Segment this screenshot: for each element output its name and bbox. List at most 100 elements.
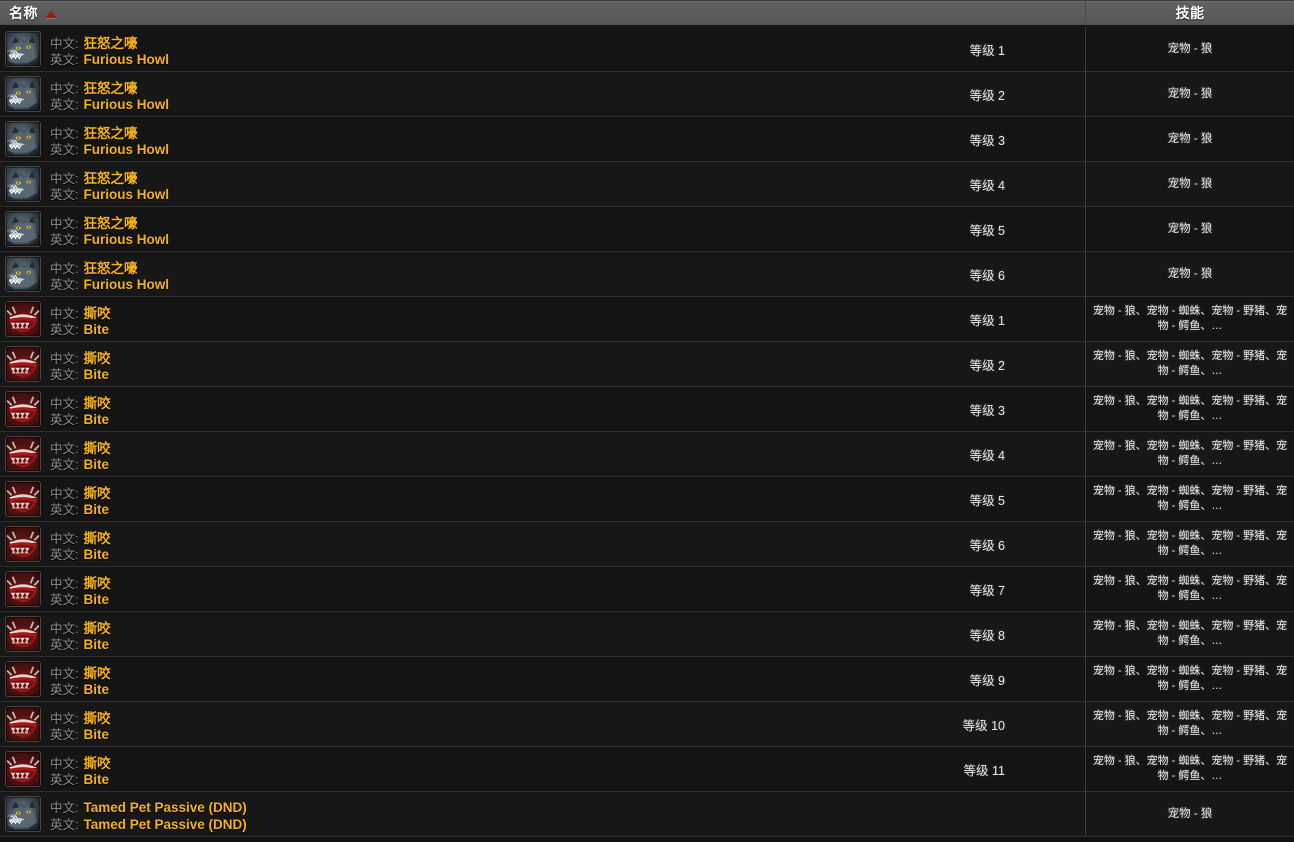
table-row[interactable]: 中文: 狂怒之嚎 英文: Furious Howl 等级 4 宠物 - 狼 <box>0 162 1294 207</box>
name-block: 中文: 撕咬 英文: Bite <box>50 392 540 427</box>
label-en: 英文: <box>50 278 79 292</box>
value-en: Furious Howl <box>83 52 169 67</box>
label-en: 英文: <box>50 593 79 607</box>
name-line-en: 英文: Bite <box>50 454 540 472</box>
wolf-head-icon[interactable] <box>5 211 41 247</box>
wolf-head-icon[interactable] <box>5 796 41 832</box>
column-header-skill[interactable]: 技能 <box>1086 1 1294 25</box>
table-row[interactable]: 中文: 撕咬 英文: Bite 等级 11 宠物 - 狼、宠物 - 蜘蛛、宠物 - 野猪、… <box>0 747 1294 792</box>
cell-name: 中文: 狂怒之嚎 英文: Furious Howl 等级 4 <box>0 162 1086 206</box>
label-en: 英文: <box>50 53 79 67</box>
rank-label: 等级 1 <box>969 43 1006 58</box>
value-en: Tamed Pet Passive (DND) <box>83 817 247 832</box>
name-line-zh: 中文: 撕咬 <box>50 437 540 456</box>
wolf-head-icon[interactable] <box>5 166 41 202</box>
cell-skill: 宠物 - 狼 <box>1167 223 1213 235</box>
name-block: 中文: 狂怒之嚎 英文: Furious Howl <box>50 122 569 157</box>
cell-skill: 宠物 - 狼、宠物 - 蜘蛛、宠物 - 野猪、宠物 - 鳄鱼、… <box>1092 485 1288 512</box>
name-block: 中文: 撕咬 英文: Bite <box>50 302 540 337</box>
table-row[interactable]: 中文: 狂怒之嚎 英文: Furious Howl 等级 6 宠物 - 狼 <box>0 252 1294 297</box>
table-row[interactable]: 中文: 撕咬 英文: Bite 等级 1 宠物 - 狼、宠物 - 蜘蛛、宠物 - 野猪、宠… <box>0 297 1294 342</box>
cell-name: 中文: 狂怒之嚎 英文: Furious Howl 等级 2 <box>0 72 1086 116</box>
column-header-name[interactable]: 名称 <box>0 1 1086 25</box>
label-en: 英文: <box>50 188 79 202</box>
name-line-en: 英文: Furious Howl <box>50 139 569 157</box>
biting-maw-icon[interactable] <box>5 346 41 382</box>
cell-skill: 宠物 - 狼、宠物 - 蜘蛛、宠物 - 野猪、宠物 - 鳄鱼、… <box>1092 710 1288 737</box>
rank-label: 等级 5 <box>969 493 1006 508</box>
value-en: Bite <box>83 772 109 787</box>
name-line-zh: 中文: 撕咬 <box>50 347 540 366</box>
biting-maw-icon[interactable] <box>5 436 41 472</box>
skill-table: 名称 技能 中文: 狂怒之嚎 英文: Furious Howl 等级 1 宠物 - 狼中文… <box>0 0 1294 842</box>
table-row[interactable]: 中文: 撕咬 英文: Bite 等级 3 宠物 - 狼、宠物 - 蜘蛛、宠物 - 野猪、宠… <box>0 387 1294 432</box>
rank-label: 等级 3 <box>969 133 1006 148</box>
rank-label: 等级 3 <box>969 403 1006 418</box>
biting-maw-icon[interactable] <box>5 751 41 787</box>
value-en: Furious Howl <box>83 97 169 112</box>
wolf-head-icon[interactable] <box>5 256 41 292</box>
table-row[interactable]: 中文: 狂怒之嚎 英文: Furious Howl 等级 5 宠物 - 狼 <box>0 207 1294 252</box>
cell-skill: 宠物 - 狼、宠物 - 蜘蛛、宠物 - 野猪、宠物 - 鳄鱼、… <box>1092 575 1288 602</box>
table-row[interactable]: 中文: 撕咬 英文: Bite 等级 5 宠物 - 狼、宠物 - 蜘蛛、宠物 - 野猪、宠… <box>0 477 1294 522</box>
name-line-zh: 中文: 狂怒之嚎 <box>50 167 569 186</box>
name-block: 中文: 狂怒之嚎 英文: Furious Howl <box>50 212 569 247</box>
table-row[interactable]: 中文: 撕咬 英文: Bite 等级 6 宠物 - 狼、宠物 - 蜘蛛、宠物 - 野猪、宠… <box>0 522 1294 567</box>
table-row[interactable]: 中文: 撕咬 英文: Bite 等级 2 宠物 - 狼、宠物 - 蜘蛛、宠物 - 野猪、宠… <box>0 342 1294 387</box>
table-row[interactable]: 中文: 撕咬 英文: Bite 等级 8 宠物 - 狼、宠物 - 蜘蛛、宠物 - 野猪、宠… <box>0 612 1294 657</box>
cell-skill: 宠物 - 狼 <box>1167 88 1213 100</box>
name-line-zh: 中文: 撕咬 <box>50 482 540 501</box>
biting-maw-icon[interactable] <box>5 571 41 607</box>
name-block: 中文: 撕咬 英文: Bite <box>50 482 540 517</box>
name-line-en: 英文: Tamed Pet Passive (DND) <box>50 814 626 832</box>
rank-label: 等级 6 <box>969 268 1006 283</box>
rank-label: 等级 1 <box>969 313 1006 328</box>
table-row[interactable]: 中文: 撕咬 英文: Bite 等级 4 宠物 - 狼、宠物 - 蜘蛛、宠物 - 野猪、宠… <box>0 432 1294 477</box>
label-en: 英文: <box>50 98 79 112</box>
wolf-head-icon[interactable] <box>5 121 41 157</box>
table-row[interactable]: 中文: 狂怒之嚎 英文: Furious Howl 等级 1 宠物 - 狼 <box>0 27 1294 72</box>
biting-maw-icon[interactable] <box>5 481 41 517</box>
table-row[interactable]: 中文: 撕咬 英文: Bite 等级 10 宠物 - 狼、宠物 - 蜘蛛、宠物 - 野猪、… <box>0 702 1294 747</box>
biting-maw-icon[interactable] <box>5 661 41 697</box>
name-block: 中文: 狂怒之嚎 英文: Furious Howl <box>50 257 569 292</box>
value-en: Bite <box>83 322 109 337</box>
biting-maw-icon[interactable] <box>5 616 41 652</box>
cell-name: 中文: 撕咬 英文: Bite 等级 5 <box>0 477 1086 521</box>
table-row[interactable]: 中文: Tamed Pet Passive (DND) 英文: Tamed Pet P… <box>0 792 1294 837</box>
name-line-zh: 中文: 狂怒之嚎 <box>50 32 569 51</box>
biting-maw-icon[interactable] <box>5 301 41 337</box>
biting-maw-icon[interactable] <box>5 526 41 562</box>
name-block: 中文: 狂怒之嚎英文: Furious Howl <box>50 32 569 67</box>
name-block: 中文: 狂怒之嚎英文: Furious Howl <box>50 167 569 202</box>
cell-skill: 宠物 - 狼、宠物 - 蜘蛛、宠物 - 野猪、宠物 - 鳄鱼、… <box>1092 620 1288 647</box>
value-en: Furious Howl <box>83 187 169 202</box>
biting-maw-icon[interactable] <box>5 706 41 742</box>
name-line-en: 英文: Bite <box>50 769 537 787</box>
sort-ascending-icon[interactable] <box>45 10 57 18</box>
name-line-en: 英文: Bite <box>50 544 540 562</box>
cell-skill: 宠物 - 狼、宠物 - 蜘蛛、宠物 - 野猪、宠物 - 鳄鱼、… <box>1092 755 1288 782</box>
table-body: 中文: 狂怒之嚎 英文: Furious Howl 等级 1 宠物 - 狼中文: 狂怒之嚎英… <box>0 27 1294 837</box>
wolf-head-icon[interactable] <box>5 76 41 112</box>
biting-maw-icon[interactable] <box>5 391 41 427</box>
cell-skill: 宠物 - 狼、宠物 - 蜘蛛、宠物 - 野猪、宠物 - 鳄鱼、… <box>1092 395 1288 422</box>
value-en: Bite <box>83 727 109 742</box>
name-line-zh: 中文: 撕咬 <box>50 302 540 321</box>
label-en: 英文: <box>50 773 79 787</box>
rank-label: 等级 7 <box>969 583 1006 598</box>
table-row[interactable]: 中文: 撕咬 英文: Bite 等级 7 宠物 - 狼、宠物 - 蜘蛛、宠物 - 野猪、宠… <box>0 567 1294 612</box>
name-line-zh: 中文: 撕咬 <box>50 392 540 411</box>
table-row[interactable]: 中文: 狂怒之嚎 英文: Furious Howl 等级 3 宠物 - 狼 <box>0 117 1294 162</box>
label-en: 英文: <box>50 368 79 382</box>
table-row[interactable]: 中文: 狂怒之嚎 英文: Furious Howl 等级 2 宠物 - 狼 <box>0 72 1294 117</box>
rank-label: 等级 11 <box>963 763 1005 778</box>
rank-label: 等级 6 <box>969 538 1006 553</box>
name-block: 中文: 撕咬 英文: Bite <box>50 527 540 562</box>
table-row[interactable]: 中文: 撕咬 英文: Bite 等级 9 宠物 - 狼、宠物 - 蜘蛛、宠物 - 野猪、宠… <box>0 657 1294 702</box>
name-line-zh: 中文: 撕咬 <box>50 572 540 591</box>
table-header-row: 名称 技能 <box>0 0 1294 27</box>
wolf-head-icon[interactable] <box>5 31 41 67</box>
rank-label: 等级 2 <box>969 358 1006 373</box>
name-line-en: 英文: Bite <box>50 409 540 427</box>
